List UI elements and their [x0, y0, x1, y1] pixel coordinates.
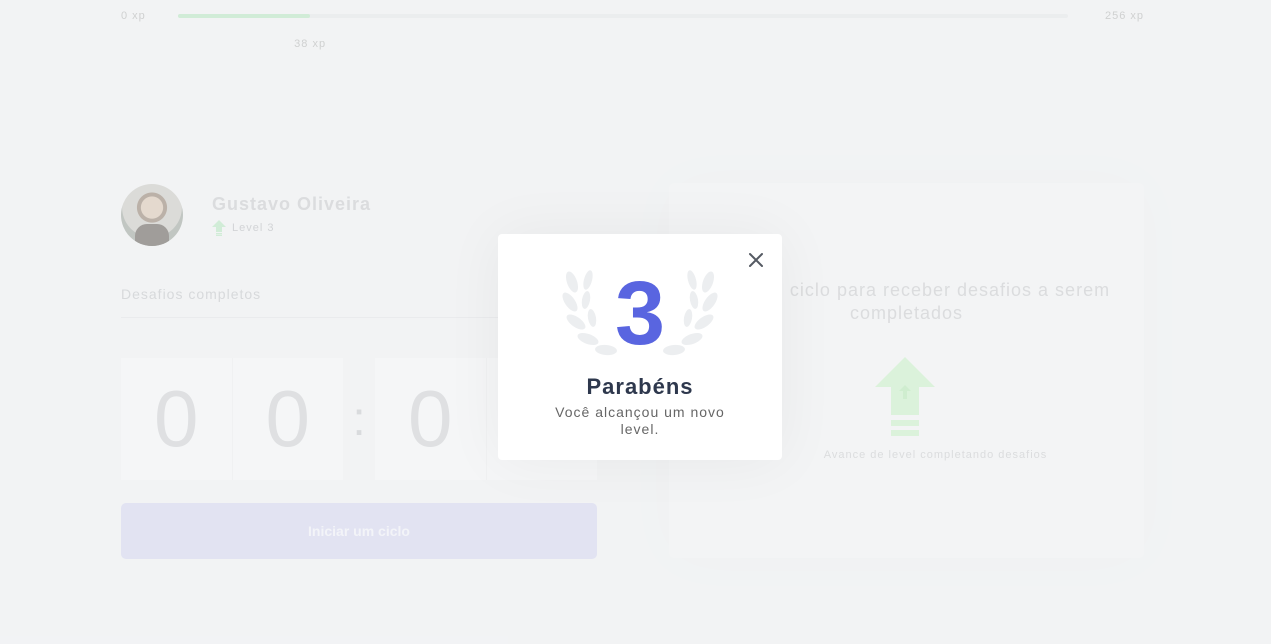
modal-title: Parabéns — [586, 374, 694, 399]
new-level-number: 3 — [614, 264, 666, 364]
close-icon — [749, 253, 763, 267]
close-button[interactable] — [746, 250, 766, 270]
level-up-modal: 3 Parabéns Você alcançou um novo level. — [498, 234, 782, 460]
modal-text: Você alcançou um novo level. — [555, 404, 725, 437]
